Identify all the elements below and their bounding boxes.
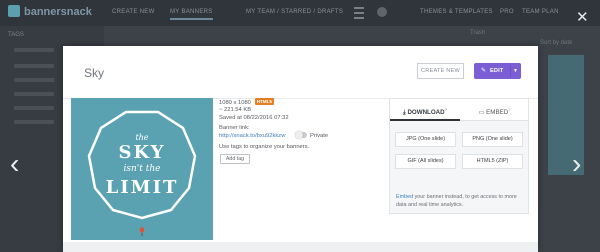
- nav-themes[interactable]: THEMES & TEMPLATES: [420, 9, 493, 15]
- banner-title: Sky: [84, 66, 105, 80]
- add-tag-button[interactable]: Add tag: [220, 154, 250, 164]
- banner-detail-modal: Sky CREATE NEW ✎ EDIT ▼ the SKY isn't th…: [63, 46, 538, 252]
- dimensions: 1080 x 1080: [219, 100, 251, 106]
- nav-pro[interactable]: PRO: [500, 9, 514, 15]
- app-header: bannersnack CREATE NEW MY BANNERS MY TEA…: [0, 0, 600, 26]
- nav-team[interactable]: MY TEAM / STARRED / DRAFTS: [246, 9, 343, 15]
- caret-down-icon[interactable]: ▼: [513, 63, 518, 79]
- modal-header: Sky CREATE NEW ✎ EDIT ▼: [63, 46, 538, 99]
- balloon-icon: [139, 227, 145, 233]
- embed-note: Embed your banner instead, to get access…: [396, 193, 524, 209]
- file-size: ~ 221.54 KB: [219, 107, 252, 113]
- tab-download[interactable]: ⤓ DOWNLOAD?: [390, 99, 460, 121]
- sort-link[interactable]: Sort by date: [540, 40, 572, 46]
- nav-team-plan[interactable]: TEAM PLAN: [522, 9, 559, 15]
- brand-logo[interactable]: bannersnack: [8, 5, 92, 18]
- tab-download-label: DOWNLOAD: [407, 109, 445, 117]
- tags-hint: Use tags to organize your banners.: [219, 144, 310, 150]
- sidebar-item[interactable]: [14, 48, 54, 52]
- download-jpg-button[interactable]: JPG (One slide): [395, 132, 456, 147]
- divider: [510, 65, 511, 77]
- logo-icon: [8, 5, 20, 17]
- edit-button[interactable]: ✎ EDIT ▼: [474, 63, 521, 79]
- edit-label: EDIT: [490, 68, 504, 74]
- menu-icon[interactable]: [354, 7, 364, 19]
- create-new-button[interactable]: CREATE NEW: [417, 63, 464, 79]
- dimensions-row: 1080 x 1080 HTML5: [219, 98, 274, 106]
- sidebar-title: TAGS: [8, 32, 24, 38]
- help-icon[interactable]: [377, 7, 387, 17]
- tab-embed[interactable]: ▭ EMBED?: [460, 99, 529, 121]
- nav-create-new[interactable]: CREATE NEW: [112, 9, 155, 15]
- close-icon[interactable]: ✕: [576, 10, 589, 25]
- sidebar-item[interactable]: [14, 64, 54, 68]
- preview-line-1: the: [135, 133, 149, 142]
- banner-preview[interactable]: the SKY isn't the LIMIT: [71, 98, 213, 240]
- chevron-left-icon[interactable]: ‹: [10, 150, 19, 178]
- download-options: JPG (One slide) PNG (One slide) GIF (All…: [390, 121, 528, 213]
- download-png-button[interactable]: PNG (One slide): [462, 132, 523, 147]
- embed-note-text: your banner instead, to get access to mo…: [396, 194, 517, 208]
- tab-embed-label: EMBED: [486, 109, 509, 117]
- sidebar-item[interactable]: [14, 92, 54, 96]
- download-gif-button[interactable]: GIF (All slides): [395, 154, 456, 169]
- private-toggle[interactable]: [295, 131, 307, 139]
- saved-timestamp: Saved at 08/22/2016 07:32: [219, 115, 289, 121]
- trash-link[interactable]: Trash: [470, 30, 485, 36]
- sidebar-item[interactable]: [14, 106, 54, 110]
- private-label: Private: [310, 133, 329, 139]
- embed-icon: ▭: [478, 109, 485, 117]
- modal-footer: [63, 242, 538, 252]
- banner-link-label: Banner link:: [219, 125, 250, 131]
- download-icon: ⤓: [402, 109, 406, 117]
- html5-badge: HTML5: [254, 98, 274, 105]
- nav-my-banners[interactable]: MY BANNERS: [170, 9, 213, 20]
- chevron-right-icon[interactable]: ›: [572, 150, 581, 178]
- preview-line-4: LIMIT: [105, 177, 179, 198]
- preview-line-2: SKY: [118, 142, 166, 163]
- embed-link[interactable]: Embed: [396, 194, 413, 200]
- export-panel: ⤓ DOWNLOAD? ▭ EMBED? JPG (One slide) PNG…: [389, 98, 529, 214]
- download-html5-button[interactable]: HTML5 (ZIP): [462, 154, 523, 169]
- brand-name: bannersnack: [24, 6, 92, 18]
- sidebar-item[interactable]: [14, 120, 54, 124]
- pencil-icon: ✎: [481, 68, 487, 74]
- banner-link[interactable]: http://snack.to/bxu92kkzw: [219, 133, 285, 139]
- preview-line-3: isn't the: [123, 164, 161, 174]
- sidebar-item[interactable]: [14, 78, 54, 82]
